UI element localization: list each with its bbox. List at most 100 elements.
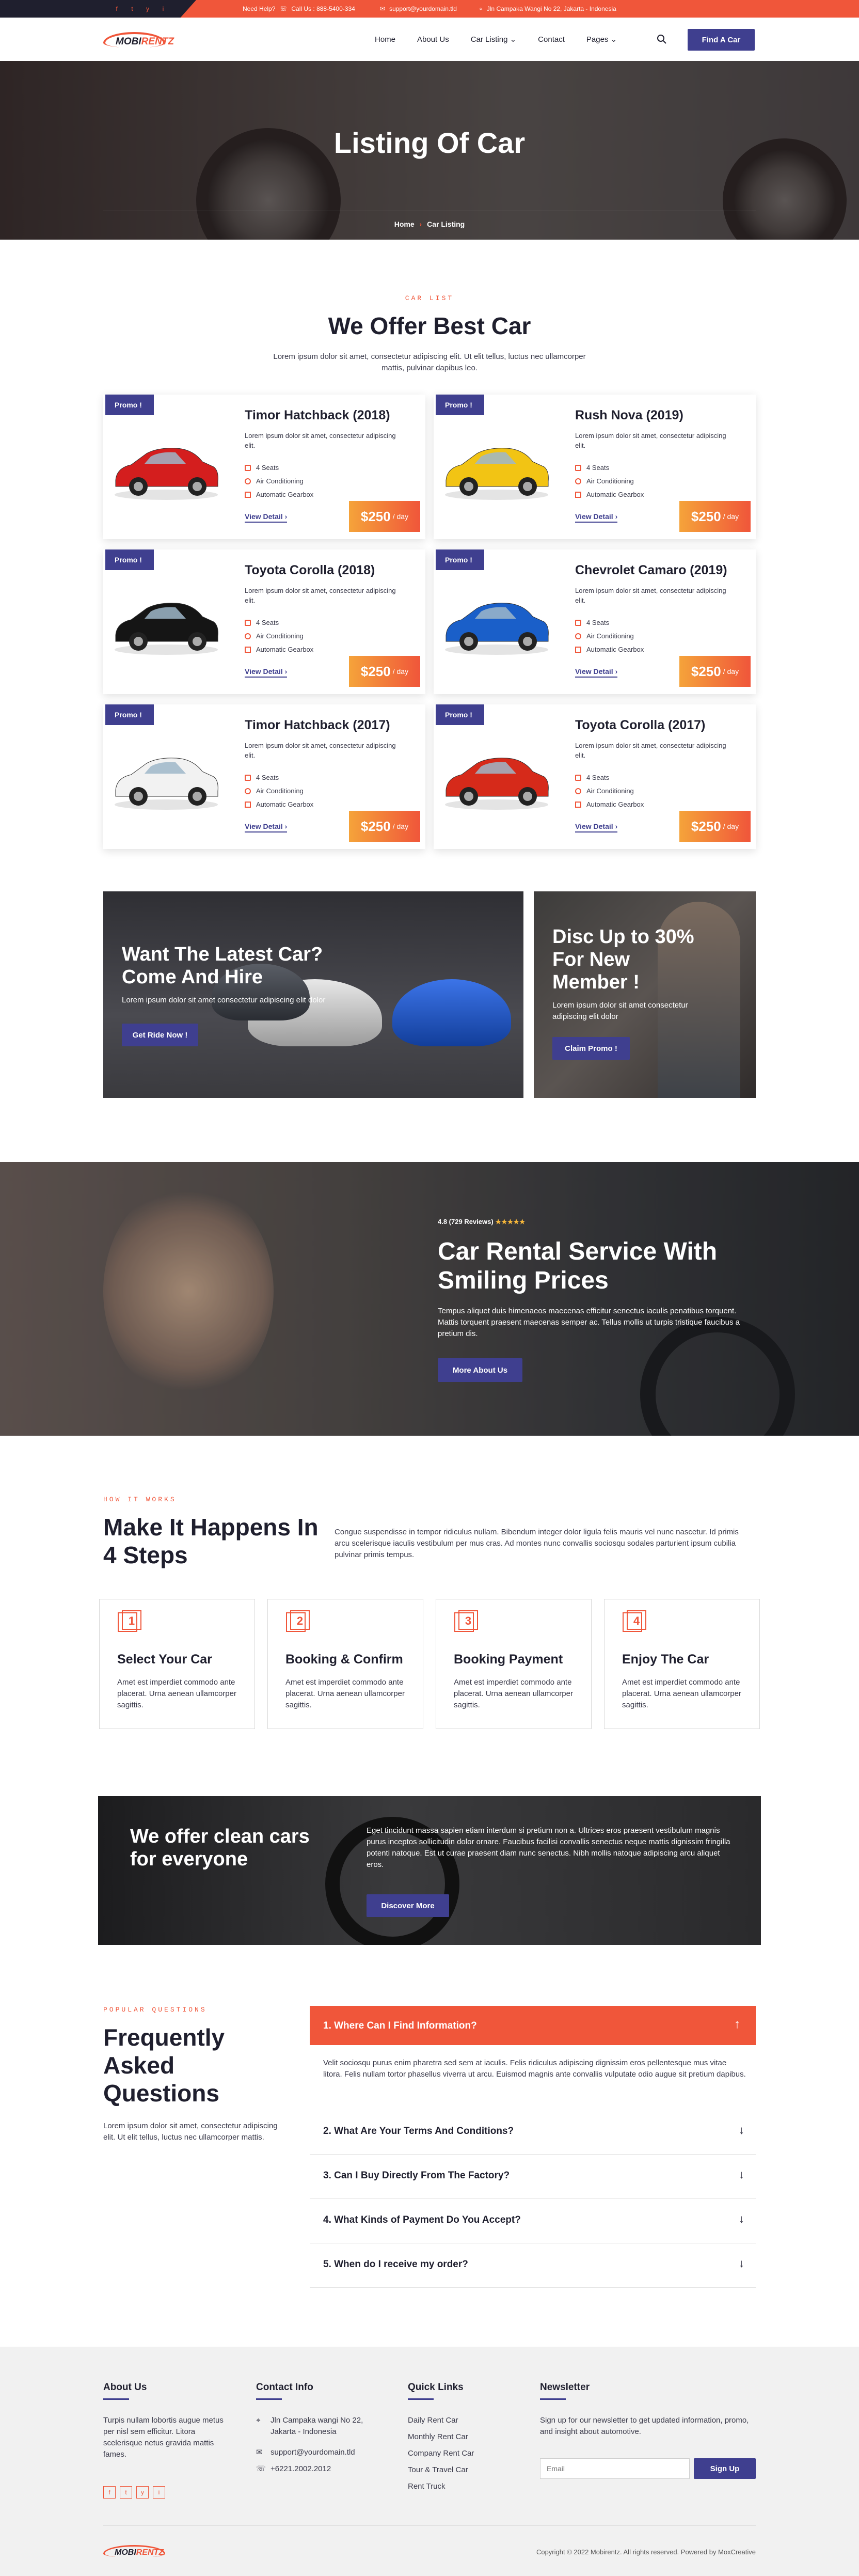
hero-banner: Listing Of Car Home › Car Listing [0,61,859,240]
faq-item[interactable]: 4. What Kinds of Payment Do You Accept? ↓ [310,2199,756,2243]
step-title: Select Your Car [117,1652,212,1667]
gearbox-icon [245,801,251,808]
instagram-icon[interactable]: i [159,5,167,13]
step-number-icon: 2 [286,1610,310,1632]
faq-open-header[interactable]: 1. Where Can I Find Information? ↑ [310,2006,756,2045]
twitter-icon[interactable]: t [128,5,136,13]
view-detail-link[interactable]: View Detail › [575,667,618,678]
newsletter-email-input[interactable] [540,2458,690,2479]
faq-intro: Lorem ipsum dolor sit amet, consectetur … [103,2122,278,2142]
search-icon[interactable] [657,34,667,44]
car-name[interactable]: Chevrolet Camaro (2019) [575,563,727,578]
phone-text[interactable]: Call Us : 888-5400-334 [291,5,355,12]
car-name[interactable]: Toyota Corolla (2018) [245,563,375,578]
step-number-icon: 1 [118,1610,141,1632]
price-unit: / day [723,667,739,676]
car-name[interactable]: Toyota Corolla (2017) [575,718,705,733]
instagram-icon[interactable]: i [153,2486,165,2499]
nav-item-car-listing[interactable]: Car Listing ⌄ [471,35,516,44]
nav-item-about[interactable]: About Us [417,35,449,44]
car-description: Lorem ipsum dolor sit amet, consectetur … [245,587,396,604]
feature-gear-text: Automatic Gearbox [256,491,314,498]
snowflake-icon [575,788,581,794]
faq-item[interactable]: 3. Can I Buy Directly From The Factory? ↓ [310,2155,756,2199]
chevron-right-icon: › [419,220,422,228]
car-card[interactable]: Promo ! Toyota Corolla (2017) Lorem ipsum … [434,704,756,849]
promo-left-text: Lorem ipsum dolor sit amet consectetur a… [122,996,326,1004]
twitter-icon[interactable]: t [120,2486,132,2499]
logo[interactable]: MOBIRENTZ [103,30,174,50]
view-detail-link[interactable]: View Detail › [575,822,618,833]
promo-banner-right: Disc Up to 30% For New Member ! Lorem ip… [534,891,756,1098]
car-card[interactable]: Promo ! Chevrolet Camaro (2019) Lorem ipsu… [434,549,756,694]
footer-logo[interactable]: MOBIRENTZ [103,2544,181,2559]
view-detail-link[interactable]: View Detail › [245,512,288,523]
car-image [115,758,218,810]
view-detail-link[interactable]: View Detail › [245,822,288,833]
footer-link[interactable]: Monthly Rent Car [408,2431,468,2443]
mail-icon: ✉ [256,2448,263,2457]
price-value: $250 [691,818,721,834]
footer-link[interactable]: Company Rent Car [408,2448,474,2459]
footer-phone[interactable]: +6221.2002.2012 [271,2463,331,2475]
car-name[interactable]: Timor Hatchback (2017) [245,718,390,733]
youtube-icon[interactable]: y [136,2486,149,2499]
claim-promo-button[interactable]: Claim Promo ! [552,1037,630,1060]
footer-link[interactable]: Tour & Travel Car [408,2464,468,2476]
step-text: Amet est imperdiet commodo ante placerat… [285,1678,405,1709]
faq-kicker: POPULAR QUESTIONS [103,2006,207,2014]
feature-ac: Air Conditioning [575,632,634,640]
email-text[interactable]: support@yourdomain.tld [389,5,457,12]
promo-banner-left: Want The Latest Car? Come And Hire Lorem… [103,891,523,1098]
nav-item-contact[interactable]: Contact [538,35,565,44]
nav-item-home[interactable]: Home [375,35,395,44]
car-card[interactable]: Promo ! Toyota Corolla (2018) Lorem ipsum … [103,549,425,694]
car-name[interactable]: Rush Nova (2019) [575,408,683,423]
faq-item[interactable]: 2. What Are Your Terms And Conditions? ↓ [310,2110,756,2155]
promo-right-text: Lorem ipsum dolor sit amet consectetur a… [552,1001,688,1021]
seat-icon [575,619,581,626]
car-image [115,603,218,655]
mail-icon: ✉ [380,5,386,12]
nav-item-pages[interactable]: Pages ⌄ [586,35,617,44]
footer-link[interactable]: Daily Rent Car [408,2415,458,2426]
car-card[interactable]: Promo ! Rush Nova (2019) Lorem ipsum dolor… [434,395,756,539]
facebook-icon[interactable]: f [113,5,121,13]
price-unit: / day [392,822,409,830]
footer-link[interactable]: Rent Truck [408,2481,446,2492]
car-description: Lorem ipsum dolor sit amet, consectetur … [575,587,726,604]
feature-ac: Air Conditioning [575,787,634,795]
service-overlay [0,1162,859,1436]
clean-text: Eget tincidunt massa sapien etiam interd… [367,1826,730,1869]
logo-text-a: MOBI [115,2548,136,2557]
car-card[interactable]: Promo ! Timor Hatchback (2017) Lorem ipsum… [103,704,425,849]
discover-more-button[interactable]: Discover More [367,1894,449,1917]
youtube-icon[interactable]: y [144,5,152,13]
faq-item[interactable]: 5. When do I receive my order? ↓ [310,2243,756,2288]
footer-email[interactable]: support@yourdomain.tld [271,2447,355,2458]
facebook-icon[interactable]: f [103,2486,116,2499]
top-bar: f t y i Need Help? ☏ Call Us : 888-5400-… [0,0,859,18]
car-card[interactable]: Promo ! Timor Hatchback (2018) Lorem ipsum… [103,395,425,539]
sign-up-button[interactable]: Sign Up [694,2458,756,2479]
view-detail-link[interactable]: View Detail › [245,667,288,678]
price-tag: $250/ day [349,811,420,842]
step-card: 2 Booking & Confirm Amet est imperdiet com… [267,1599,423,1729]
footer: About Us Turpis nullam lobortis augue me… [0,2347,859,2576]
step-number-text: 3 [465,1614,471,1627]
more-about-button[interactable]: More About Us [438,1358,522,1382]
car-name[interactable]: Timor Hatchback (2018) [245,408,390,423]
location-icon: ⌖ [256,2416,261,2425]
step-card: 1 Select Your Car Amet est imperdiet commo… [99,1599,255,1729]
find-car-button[interactable]: Find A Car [688,29,755,51]
feature-gear-text: Automatic Gearbox [256,646,314,653]
get-ride-button[interactable]: Get Ride Now ! [122,1024,198,1046]
breadcrumb-home[interactable]: Home [394,220,415,228]
price-value: $250 [360,508,391,524]
view-detail-link[interactable]: View Detail › [575,512,618,523]
footer-news-title: Newsletter [540,2382,590,2393]
feature-seats-text: 4 Seats [256,774,279,781]
car-image [445,448,549,500]
nav-item-car-listing-label: Car Listing [470,35,508,44]
rating: 4.8 (729 Reviews) ★★★★★ [438,1218,526,1226]
